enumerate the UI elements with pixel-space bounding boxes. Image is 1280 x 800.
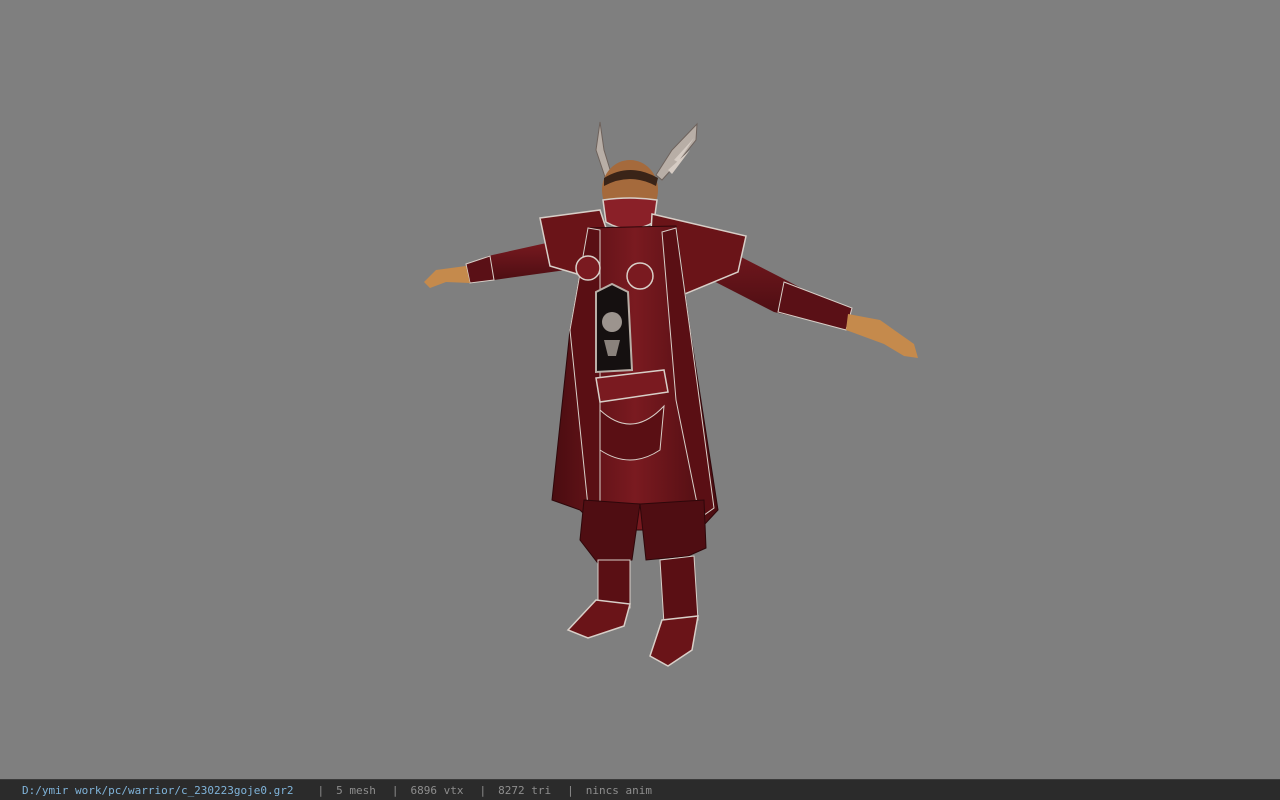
boot-right [649, 615, 699, 667]
mesh-count: 5 mesh [336, 783, 376, 797]
separator: | [391, 783, 399, 797]
hand-left [424, 266, 470, 288]
status-bar: D:/ymir work/pc/warrior/c_230223goje0.gr… [0, 779, 1280, 800]
separator: | [317, 783, 325, 797]
face-mask [602, 197, 658, 230]
hand-right [846, 314, 918, 358]
boot-left [566, 599, 631, 639]
leg-left [579, 499, 641, 567]
separator: | [567, 783, 574, 797]
chest-orb-right [626, 262, 654, 290]
helmet-wing-right [655, 122, 698, 181]
animation-status: nincs anim [585, 783, 652, 797]
character-model[interactable] [0, 0, 1280, 779]
vertex-count: 6896 vtx [410, 783, 464, 797]
triangle-count: 8272 tri [498, 783, 552, 797]
leg-right [639, 499, 707, 561]
separator: | [479, 783, 487, 797]
chest-orb-left [575, 255, 601, 281]
model-file-path: D:/ymir work/pc/warrior/c_230223goje0.gr… [22, 783, 294, 797]
3d-viewport[interactable] [0, 0, 1280, 779]
